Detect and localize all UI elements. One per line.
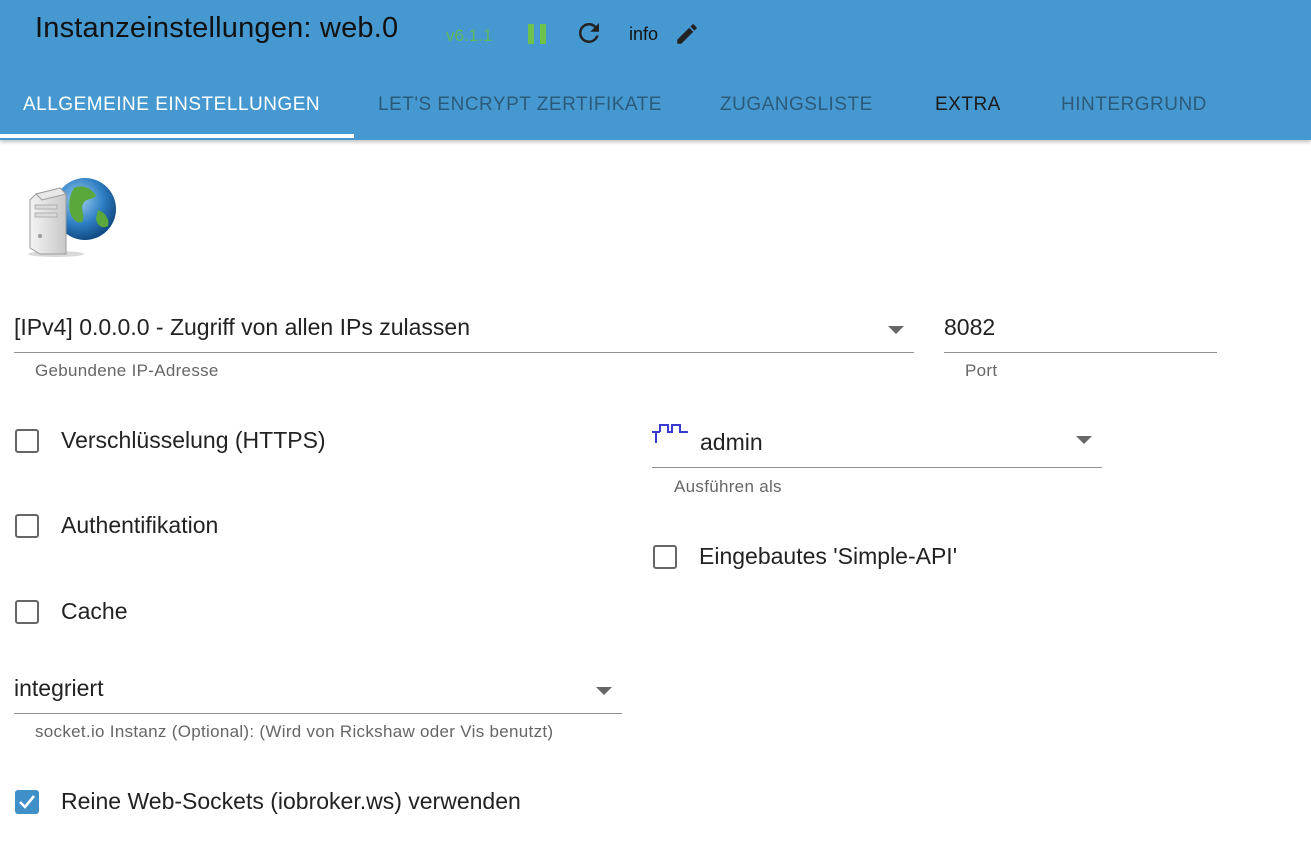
reload-icon[interactable] [574,18,604,48]
port-input[interactable]: 8082 [944,314,1217,353]
https-label: Verschlüsselung (HTTPS) [61,427,326,453]
tab-bar: ALLGEMEINE EINSTELLUNGEN LET'S ENCRYPT Z… [0,72,1311,140]
socketio-select[interactable]: integriert [14,675,622,714]
tab-extra[interactable]: EXTRA [935,72,1001,138]
pause-icon[interactable] [526,22,548,46]
chevron-down-icon [1076,436,1092,444]
port-helper: Port [965,361,998,380]
tab-letsencrypt-certificates[interactable]: LET'S ENCRYPT ZERTIFIKATE [378,72,662,138]
https-checkbox[interactable] [15,429,39,453]
bind-ip-value: [IPv4] 0.0.0.0 - Zugriff von allen IPs z… [14,314,470,340]
bind-ip-helper: Gebundene IP-Adresse [35,361,219,380]
web-server-globe-icon [28,178,116,257]
page-title: Instanzeinstellungen: web.0 [35,12,399,44]
chevron-down-icon [888,326,904,334]
tab-access-list[interactable]: ZUGANGSLISTE [720,72,873,138]
version-badge: v6.1.1 [446,26,493,45]
chevron-down-icon [596,687,612,695]
socketio-value: integriert [14,675,104,701]
user-icon [652,424,688,443]
tab-general-settings[interactable]: ALLGEMEINE EINSTELLUNGEN [23,72,320,138]
websockets-checkbox[interactable] [15,790,39,814]
bind-ip-select[interactable]: [IPv4] 0.0.0.0 - Zugriff von allen IPs z… [14,314,914,353]
run-as-value: admin [700,429,763,455]
active-tab-indicator [0,134,354,138]
cache-checkbox[interactable] [15,600,39,624]
port-value: 8082 [944,314,996,340]
websockets-label: Reine Web-Sockets (iobroker.ws) verwende… [61,788,521,814]
edit-icon[interactable] [674,21,700,47]
socketio-helper: socket.io Instanz (Optional): (Wird von … [35,722,554,741]
info-label: info [629,24,659,44]
simple-api-checkbox[interactable] [653,545,677,569]
tab-background[interactable]: HINTERGRUND [1061,72,1207,138]
run-as-helper: Ausführen als [674,477,782,496]
cache-label: Cache [61,598,128,624]
authentication-checkbox[interactable] [15,514,39,538]
run-as-select[interactable]: admin [652,420,1102,468]
app-header: Instanzeinstellungen: web.0 v6.1.1 info … [0,0,1311,140]
simple-api-label: Eingebautes 'Simple-API' [699,543,958,569]
checkmark-icon [19,795,36,809]
authentication-label: Authentifikation [61,512,219,538]
